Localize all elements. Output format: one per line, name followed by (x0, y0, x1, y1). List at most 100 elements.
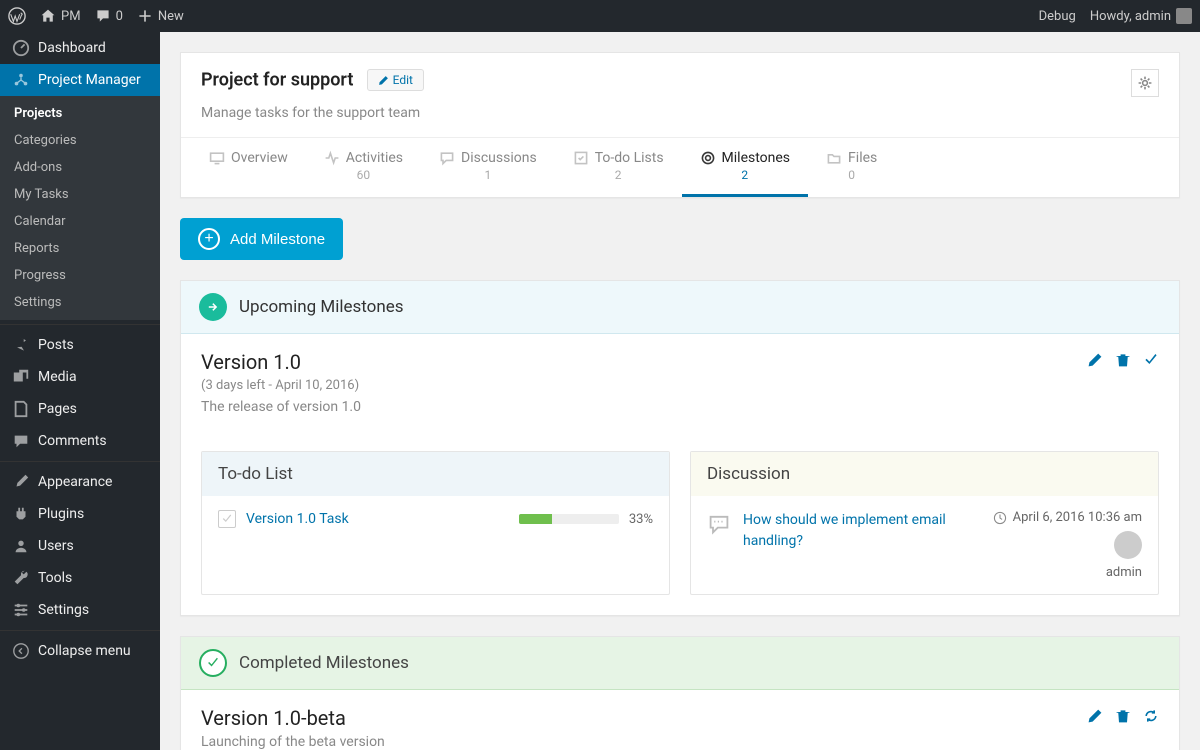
arrow-right-icon (199, 293, 227, 321)
progress-fill (519, 514, 552, 524)
plus-circle-icon: + (198, 228, 220, 250)
upcoming-section-header: Upcoming Milestones (181, 281, 1179, 334)
tab-milestones[interactable]: Milestones 2 (682, 138, 809, 197)
check-icon (221, 513, 233, 525)
collapse-icon (12, 642, 30, 660)
monitor-icon (209, 150, 225, 166)
edit-milestone-button[interactable] (1087, 708, 1103, 724)
discussion-card: Discussion How should we implement email… (690, 451, 1159, 595)
edit-project-button[interactable]: Edit (367, 69, 424, 91)
check-circle-icon (199, 649, 227, 677)
plus-icon (137, 8, 153, 24)
home-icon (40, 8, 56, 24)
plugin-icon (12, 505, 30, 523)
avatar-icon (1114, 531, 1142, 559)
media-icon (12, 368, 30, 386)
sidebar-item-media[interactable]: Media (0, 361, 160, 393)
sidebar-sub-projects[interactable]: Projects (0, 100, 160, 127)
sidebar-item-project-manager[interactable]: Project Manager (0, 64, 160, 96)
comment-icon (95, 8, 111, 24)
delete-milestone-button[interactable] (1115, 352, 1131, 368)
admin-sidebar: Dashboard Project Manager Projects Categ… (0, 32, 160, 750)
site-link[interactable]: PM (40, 8, 81, 24)
brush-icon (12, 473, 30, 491)
sidebar-item-pages[interactable]: Pages (0, 393, 160, 425)
discussion-card-header: Discussion (691, 452, 1158, 496)
debug-link[interactable]: Debug (1039, 9, 1076, 24)
checklist-icon (573, 150, 589, 166)
project-tabs: Overview Activities 60 Discussions 1 To-… (181, 137, 1179, 197)
sidebar-item-settings[interactable]: Settings (0, 594, 160, 626)
milestone-title: Version 1.0 (201, 350, 1159, 374)
milestone-meta: (3 days left - April 10, 2016) (201, 378, 1159, 393)
task-checkbox[interactable] (218, 510, 236, 528)
project-description: Manage tasks for the support team (181, 97, 1179, 137)
sidebar-sub-categories[interactable]: Categories (0, 127, 160, 154)
pencil-icon (1087, 708, 1103, 724)
check-icon (1143, 352, 1159, 368)
edit-milestone-button[interactable] (1087, 352, 1103, 368)
pencil-icon (1087, 352, 1103, 368)
tab-files[interactable]: Files 0 (808, 138, 895, 197)
refresh-icon (1143, 708, 1159, 724)
wp-logo[interactable] (8, 7, 26, 25)
comments-link[interactable]: 0 (95, 8, 123, 24)
tab-discussions[interactable]: Discussions 1 (421, 138, 555, 197)
sidebar-item-dashboard[interactable]: Dashboard (0, 32, 160, 64)
discussion-author: admin (1106, 565, 1142, 580)
comments-icon (12, 432, 30, 450)
project-settings-button[interactable] (1131, 69, 1159, 97)
trash-icon (1115, 708, 1131, 724)
sidebar-sub-addons[interactable]: Add-ons (0, 154, 160, 181)
progress-text: 33% (629, 512, 653, 527)
wrench-icon (12, 569, 30, 587)
task-link[interactable]: Version 1.0 Task (246, 511, 349, 527)
sliders-icon (12, 601, 30, 619)
account-link[interactable]: Howdy, admin (1090, 8, 1192, 24)
project-title: Project for support (201, 70, 353, 91)
gear-icon (1137, 75, 1153, 91)
delete-milestone-button[interactable] (1115, 708, 1131, 724)
sidebar-sub-mytasks[interactable]: My Tasks (0, 181, 160, 208)
activity-icon (324, 150, 340, 166)
sidebar-sub-progress[interactable]: Progress (0, 262, 160, 289)
user-icon (12, 537, 30, 555)
sidebar-item-posts[interactable]: Posts (0, 329, 160, 361)
milestone-description: Launching of the beta version (201, 734, 1159, 750)
sidebar-item-users[interactable]: Users (0, 530, 160, 562)
reopen-milestone-button[interactable] (1143, 708, 1159, 724)
avatar-icon (1176, 8, 1192, 24)
sidebar-item-comments[interactable]: Comments (0, 425, 160, 457)
sidebar-sub-calendar[interactable]: Calendar (0, 208, 160, 235)
sidebar-sub-settings[interactable]: Settings (0, 289, 160, 316)
project-icon (12, 71, 30, 89)
progress-bar (519, 514, 619, 524)
collapse-menu[interactable]: Collapse menu (0, 635, 160, 667)
discussion-link[interactable]: How should we implement email handling? (743, 510, 981, 580)
pencil-icon (378, 75, 389, 86)
completed-section-header: Completed Milestones (181, 637, 1179, 690)
discussion-timestamp: April 6, 2016 10:36 am (1013, 510, 1142, 525)
chat-icon (439, 150, 455, 166)
tab-todo[interactable]: To-do Lists 2 (555, 138, 682, 197)
chat-bubble-icon (707, 512, 731, 536)
sidebar-item-tools[interactable]: Tools (0, 562, 160, 594)
complete-milestone-button[interactable] (1143, 352, 1159, 368)
sidebar-item-plugins[interactable]: Plugins (0, 498, 160, 530)
todo-card-header: To-do List (202, 452, 669, 496)
sidebar-item-appearance[interactable]: Appearance (0, 466, 160, 498)
todo-card: To-do List Version 1.0 Task 33% (201, 451, 670, 595)
page-icon (12, 400, 30, 418)
new-link[interactable]: New (137, 8, 184, 24)
admin-topbar: PM 0 New Debug Howdy, admin (0, 0, 1200, 32)
trash-icon (1115, 352, 1131, 368)
target-icon (700, 150, 716, 166)
clock-icon (993, 511, 1007, 525)
milestone-description: The release of version 1.0 (201, 399, 1159, 415)
add-milestone-button[interactable]: + Add Milestone (180, 218, 343, 260)
folder-icon (826, 150, 842, 166)
sidebar-sub-reports[interactable]: Reports (0, 235, 160, 262)
tab-overview[interactable]: Overview (191, 138, 306, 197)
milestone-title: Version 1.0-beta (201, 706, 1159, 730)
tab-activities[interactable]: Activities 60 (306, 138, 421, 197)
